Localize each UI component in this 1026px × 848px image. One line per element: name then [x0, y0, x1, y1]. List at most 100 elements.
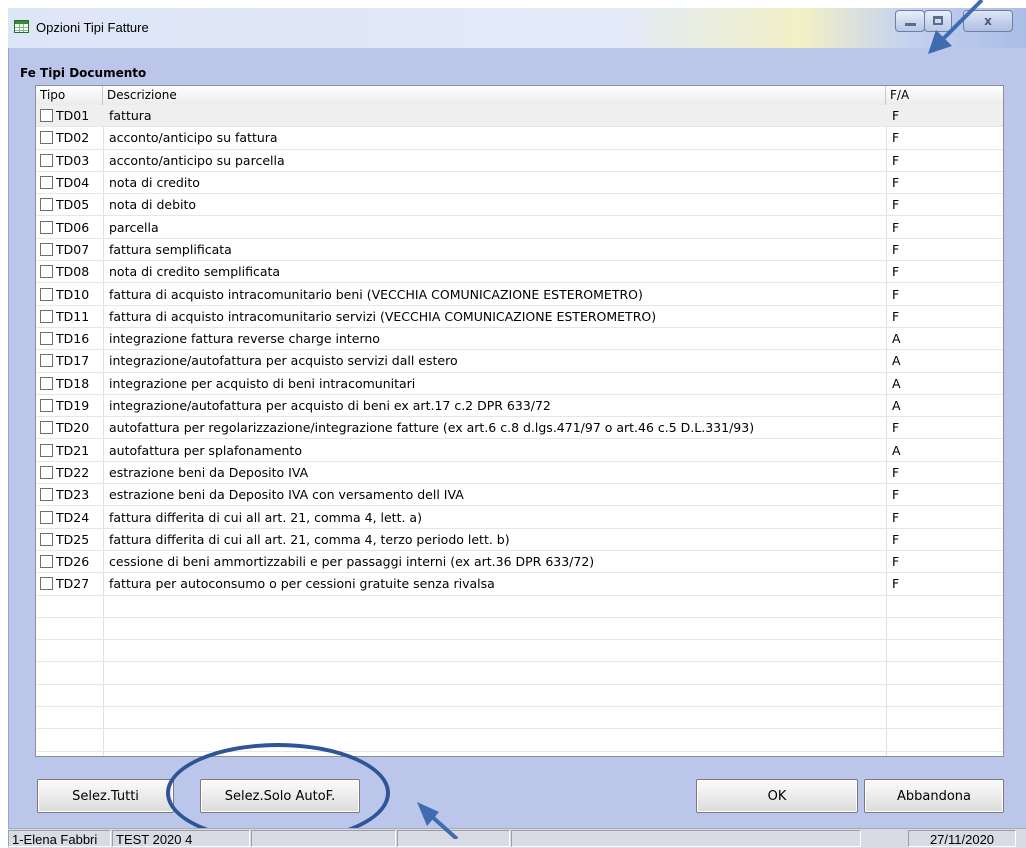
row-description: fattura [109, 108, 152, 124]
row-description: fattura semplificata [109, 241, 232, 257]
table-row[interactable]: TD04 nota di credito F [36, 172, 1003, 195]
row-checkbox[interactable] [40, 376, 53, 390]
row-fa: F [892, 108, 900, 124]
empty-row [36, 663, 1003, 685]
row-checkbox[interactable] [40, 309, 53, 323]
row-checkbox[interactable] [40, 555, 53, 569]
row-code-cell: TD16 [40, 328, 103, 349]
window-title: Opzioni Tipi Fatture [36, 20, 149, 35]
row-code-cell: TD23 [40, 484, 103, 505]
row-checkbox[interactable] [40, 220, 53, 234]
row-code: TD20 [56, 420, 90, 436]
empty-row [36, 707, 1003, 730]
row-code: TD24 [56, 509, 90, 525]
row-checkbox[interactable] [40, 510, 53, 524]
row-description: integrazione/autofattura per acquisto se… [109, 353, 458, 369]
row-description: fattura differita di cui all art. 21, co… [109, 509, 422, 525]
row-code: TD01 [56, 108, 90, 124]
row-description: nota di debito [109, 197, 197, 213]
column-header-fa[interactable]: F/A [886, 86, 1003, 105]
row-checkbox[interactable] [40, 532, 53, 546]
row-code: TD27 [56, 576, 90, 592]
row-description: estrazione beni da Deposito IVA [109, 464, 309, 480]
row-checkbox[interactable] [40, 577, 53, 591]
row-code: TD11 [56, 308, 90, 324]
row-description: fattura di acquisto intracomunitario ser… [109, 308, 657, 324]
row-checkbox[interactable] [40, 354, 53, 368]
table-row[interactable]: TD20 autofattura per regolarizzazione/int… [36, 417, 1003, 440]
table-row[interactable]: TD11 fattura di acquisto intracomunitario… [36, 306, 1003, 328]
table-row[interactable]: TD27 fattura per autoconsumo o per cessio… [36, 573, 1003, 596]
row-code: TD22 [56, 464, 90, 480]
row-fa: F [892, 152, 900, 168]
row-checkbox[interactable] [40, 399, 53, 413]
table-row[interactable]: TD19 integrazione/autofattura per acquist… [36, 395, 1003, 418]
row-code-cell: TD08 [40, 261, 103, 282]
row-fa: F [892, 531, 900, 547]
section-title: Fe Tipi Documento [20, 66, 147, 80]
grid-header: Tipo Descrizione F/A [36, 86, 1003, 106]
row-checkbox[interactable] [40, 131, 53, 145]
cancel-button[interactable]: Abbandona [864, 779, 1004, 813]
title-bar[interactable]: Opzioni Tipi Fatture x [8, 8, 1026, 48]
row-checkbox[interactable] [40, 242, 53, 256]
row-description: acconto/anticipo su fattura [109, 130, 278, 146]
row-fa: F [892, 308, 900, 324]
table-row[interactable]: TD25 fattura differita di cui all art. 21… [36, 529, 1003, 551]
table-row[interactable]: TD21 autofattura per splafonamento A [36, 440, 1003, 462]
row-checkbox[interactable] [40, 443, 53, 457]
table-row[interactable]: TD08 nota di credito semplificata F [36, 261, 1003, 284]
table-row[interactable]: TD23 estrazione beni da Deposito IVA con … [36, 484, 1003, 507]
row-code-cell: TD06 [40, 217, 103, 238]
row-fa: F [892, 576, 900, 592]
column-header-tipo[interactable]: Tipo [36, 86, 103, 105]
table-row[interactable]: TD22 estrazione beni da Deposito IVA F [36, 462, 1003, 485]
table-row[interactable]: TD06 parcella F [36, 217, 1003, 239]
row-code-cell: TD07 [40, 239, 103, 260]
row-fa: F [892, 487, 900, 503]
row-description: integrazione fattura reverse charge inte… [109, 331, 380, 347]
row-code-cell: TD20 [40, 417, 103, 438]
row-code-cell: TD18 [40, 373, 103, 394]
row-code-cell: TD27 [40, 573, 103, 594]
row-code: TD02 [56, 130, 90, 146]
row-fa: F [892, 241, 900, 257]
table-row[interactable]: TD02 acconto/anticipo su fattura F [36, 127, 1003, 150]
table-row[interactable]: TD03 acconto/anticipo su parcella F [36, 150, 1003, 172]
row-fa: A [892, 331, 901, 347]
row-checkbox[interactable] [40, 176, 53, 190]
table-row[interactable]: TD05 nota di debito F [36, 194, 1003, 217]
row-code: TD17 [56, 353, 90, 369]
table-row[interactable]: TD16 integrazione fattura reverse charge … [36, 328, 1003, 351]
column-header-descrizione[interactable]: Descrizione [103, 86, 886, 105]
row-checkbox[interactable] [40, 153, 53, 167]
row-checkbox[interactable] [40, 488, 53, 502]
row-description: integrazione/autofattura per acquisto di… [109, 398, 551, 414]
table-row[interactable]: TD26 cessione di beni ammortizzabili e pe… [36, 551, 1003, 574]
row-code: TD04 [56, 175, 90, 191]
row-fa: F [892, 264, 900, 280]
row-checkbox[interactable] [40, 421, 53, 435]
row-code-cell: TD01 [40, 105, 103, 126]
row-description: autofattura per regolarizzazione/integra… [109, 420, 755, 436]
row-checkbox[interactable] [40, 198, 53, 212]
row-code: TD05 [56, 197, 90, 213]
table-row[interactable]: TD10 fattura di acquisto intracomunitario… [36, 283, 1003, 306]
table-row[interactable]: TD01 fattura F [36, 105, 1003, 128]
table-row[interactable]: TD07 fattura semplificata F [36, 239, 1003, 262]
row-checkbox[interactable] [40, 109, 53, 123]
row-description: acconto/anticipo su parcella [109, 152, 285, 168]
row-code-cell: TD17 [40, 350, 103, 371]
table-row[interactable]: TD24 fattura differita di cui all art. 21… [36, 506, 1003, 529]
row-fa: F [892, 464, 900, 480]
row-checkbox[interactable] [40, 287, 53, 301]
table-row[interactable]: TD17 integrazione/autofattura per acquist… [36, 350, 1003, 373]
select-all-button[interactable]: Selez.Tutti [37, 779, 174, 813]
row-checkbox[interactable] [40, 465, 53, 479]
document-types-grid: Tipo Descrizione F/A TD01 fattura F TD02 acc… [35, 85, 1004, 757]
row-description: cessione di beni ammortizzabili e per pa… [109, 554, 595, 570]
row-checkbox[interactable] [40, 332, 53, 346]
table-row[interactable]: TD18 integrazione per acquisto di beni in… [36, 373, 1003, 395]
row-checkbox[interactable] [40, 265, 53, 279]
ok-button[interactable]: OK [696, 779, 858, 813]
